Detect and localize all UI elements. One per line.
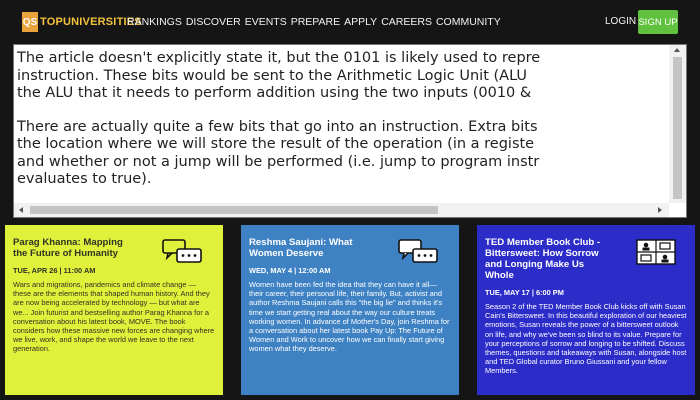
speech-bubbles-icon [162,239,202,263]
paragraph-2: There are actually quite a few bits that… [17,118,686,189]
card-date: TUE, MAY 17 | 6:00 PM [485,288,564,297]
horizontal-scrollbar[interactable] [14,203,669,217]
card-description: Season 2 of the TED Member Book Club kic… [485,302,687,376]
top-navigation: QS TOPUNIVERSITIES RANKINGS DISCOVER EVE… [0,0,700,44]
text-line: There are actually quite a few bits that… [17,118,538,135]
text-line: The article doesn't explicitly state it,… [17,50,541,66]
article-text-box[interactable]: The article doesn't explicitly state it,… [13,44,687,218]
scroll-left-arrow-icon[interactable] [19,207,23,213]
signup-button[interactable]: SIGN UP [638,10,678,34]
nav-item-apply[interactable]: APPLY [344,16,377,28]
event-card-parag-khanna[interactable]: Parag Khanna: Mapping the Future of Huma… [5,225,223,395]
article-text: The article doesn't explicitly state it,… [17,50,686,205]
text-line: and whether or not a jump will be perfor… [17,153,540,170]
event-card-reshma-saujani[interactable]: Reshma Saujani: What Women Deserve WED, … [241,225,459,395]
book-club-icon [636,239,676,265]
text-line: the location where we will store the res… [17,136,535,152]
vertical-scroll-thumb[interactable] [673,57,682,199]
paragraph-1: The article doesn't explicitly state it,… [17,50,686,103]
scroll-up-arrow-icon[interactable] [674,48,680,52]
speech-bubbles-icon [398,239,438,263]
card-title[interactable]: Parag Khanna: Mapping the Future of Huma… [13,237,131,259]
qs-logo-icon[interactable]: QS [22,12,38,32]
nav-item-community[interactable]: COMMUNITY [436,16,501,28]
scroll-right-arrow-icon[interactable] [658,207,662,213]
vertical-scrollbar[interactable] [669,45,686,203]
card-description: Wars and migrations, pandemics and clima… [13,280,215,354]
nav-item-discover[interactable]: DISCOVER [186,16,241,28]
text-line: the ALU that it needs to perform additio… [17,85,532,101]
text-line: instruction. These bits would be sent to… [17,67,528,84]
nav-item-careers[interactable]: CAREERS [381,16,432,28]
login-link[interactable]: LOGIN [605,16,636,27]
card-description: Women have been fed the idea that they c… [249,280,450,354]
horizontal-scroll-thumb[interactable] [30,206,438,214]
nav-item-events[interactable]: EVENTS [245,16,287,28]
main-menu: RANKINGS DISCOVER EVENTS PREPARE APPLY C… [127,16,505,28]
nav-item-rankings[interactable]: RANKINGS [127,16,182,28]
card-date: WED, MAY 4 | 12:00 AM [249,266,331,275]
event-card-ted-book-club[interactable]: TED Member Book Club - Bittersweet: How … [477,225,695,395]
nav-item-prepare[interactable]: PREPARE [291,16,340,28]
card-title[interactable]: TED Member Book Club - Bittersweet: How … [485,237,603,281]
card-title[interactable]: Reshma Saujani: What Women Deserve [249,237,367,259]
text-line: evaluates to true). [17,171,152,187]
card-date: TUE, APR 26 | 11:00 AM [13,266,96,275]
